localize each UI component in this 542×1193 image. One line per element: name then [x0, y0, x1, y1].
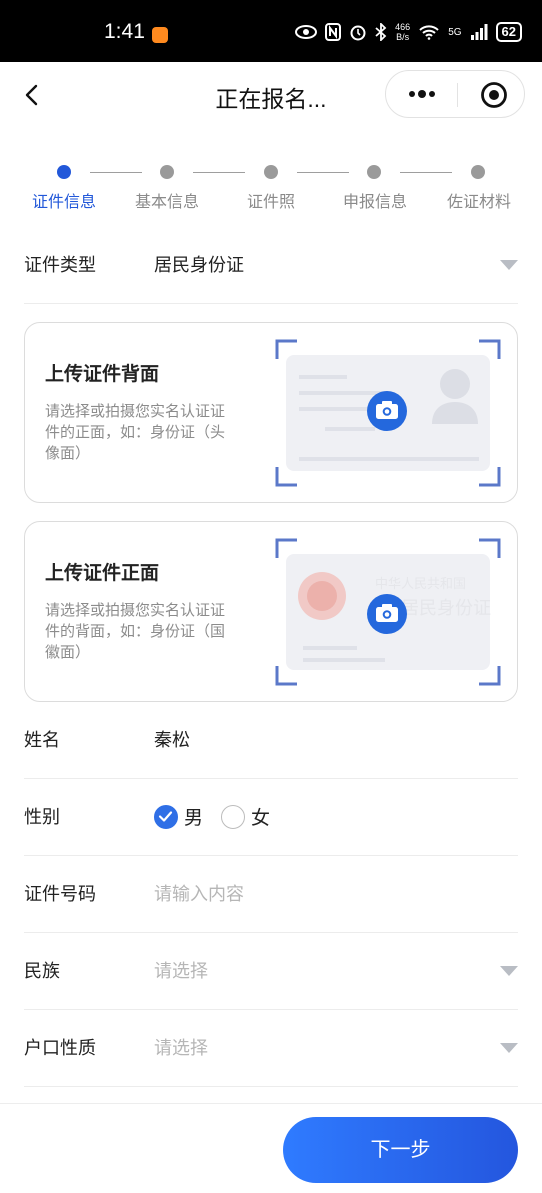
name-label: 姓名 [24, 730, 60, 751]
id-type-label: 证件类型 [24, 255, 96, 276]
step-dot-4 [367, 165, 381, 179]
nfc-icon [325, 23, 342, 41]
upload-front-desc: 请选择或拍摄您实名认证证件的背面，如：身份证（国徽面） [45, 601, 226, 661]
gender-female-radio[interactable] [221, 805, 245, 829]
upload-back-title: 上传证件背面 [45, 363, 160, 385]
upload-id-back-card[interactable]: 上传证件背面 请选择或拍摄您实名认证证件的正面，如：身份证（头像面） [24, 322, 518, 503]
status-bar: 1:41 466 B/s 5G 62 [0, 0, 542, 62]
step-label-declare-info[interactable]: 申报信息 [320, 188, 430, 212]
name-value: 秦松 [154, 730, 190, 751]
id-emblem-illustration: 中华人民共和国 居民身份证 [275, 538, 501, 686]
next-step-button[interactable]: 下一步 [283, 1117, 518, 1183]
wifi-icon [419, 25, 439, 40]
id-type-select[interactable]: 证件类型 居民身份证 [24, 227, 518, 304]
more-dots-icon[interactable] [406, 83, 438, 105]
network-type: 5G [448, 26, 462, 38]
step-label-id-info[interactable]: 证件信息 [9, 188, 119, 212]
alarm-icon [350, 25, 366, 41]
signal-icon [470, 24, 488, 40]
id-number-field[interactable]: 证件号码 请输入内容 [24, 856, 518, 933]
bottom-bar: 下一步 [0, 1103, 542, 1193]
household-type-label: 户口性质 [24, 1038, 96, 1059]
target-circle-icon[interactable] [480, 81, 508, 109]
card-text-1: 中华人民共和国 [375, 576, 466, 591]
nav-bar: 正在报名... [0, 62, 542, 128]
bluetooth-icon [375, 23, 387, 41]
step-dot-3 [264, 165, 278, 179]
step-label-id-photo[interactable]: 证件照 [216, 188, 326, 212]
upload-id-front-card[interactable]: 上传证件正面 请选择或拍摄您实名认证证件的背面，如：身份证（国徽面） 中华人民共… [24, 521, 518, 702]
app-notification-icon [152, 27, 168, 43]
caret-down-icon [500, 1043, 518, 1053]
capsule-divider [457, 83, 458, 107]
ethnicity-select[interactable]: 民族 请选择 [24, 933, 518, 1010]
id-number-input[interactable]: 请输入内容 [154, 880, 244, 906]
gender-female-label[interactable]: 女 [251, 803, 270, 830]
gender-male-radio[interactable] [154, 805, 178, 829]
step-label-basic-info[interactable]: 基本信息 [112, 188, 222, 212]
upload-front-title: 上传证件正面 [45, 562, 160, 584]
caret-down-icon [500, 260, 518, 270]
net-speed: 466 B/s [395, 22, 411, 42]
step-line [400, 172, 452, 173]
caret-down-icon [500, 966, 518, 976]
eye-icon [295, 25, 318, 39]
step-line [297, 172, 349, 173]
status-icons: 466 B/s 5G 62 [295, 22, 522, 42]
battery-icon: 62 [495, 22, 522, 42]
ethnicity-value: 请选择 [154, 961, 208, 982]
gender-male-label[interactable]: 男 [184, 803, 203, 830]
household-type-value: 请选择 [154, 1038, 208, 1059]
gender-row: 性别 男 女 [24, 779, 518, 856]
step-dot-1 [57, 165, 71, 179]
step-line [193, 172, 245, 173]
progress-steps: 证件信息 基本信息 证件照 申报信息 佐证材料 [0, 160, 542, 220]
step-dot-5 [471, 165, 485, 179]
upload-back-desc: 请选择或拍摄您实名认证证件的正面，如：身份证（头像面） [45, 402, 226, 462]
id-portrait-illustration [275, 339, 501, 487]
name-row: 姓名 秦松 [24, 702, 518, 779]
id-number-label: 证件号码 [24, 884, 96, 905]
id-type-value: 居民身份证 [154, 255, 244, 276]
step-dot-2 [160, 165, 174, 179]
gender-label: 性别 [24, 807, 60, 828]
card-text-2: 居民身份证 [401, 598, 491, 618]
mini-program-capsule [385, 70, 525, 118]
household-type-select[interactable]: 户口性质 请选择 [24, 1010, 518, 1087]
step-line [90, 172, 142, 173]
check-icon [158, 811, 173, 822]
step-label-evidence[interactable]: 佐证材料 [424, 188, 534, 212]
status-time: 1:41 [104, 20, 145, 43]
ethnicity-label: 民族 [24, 961, 60, 982]
